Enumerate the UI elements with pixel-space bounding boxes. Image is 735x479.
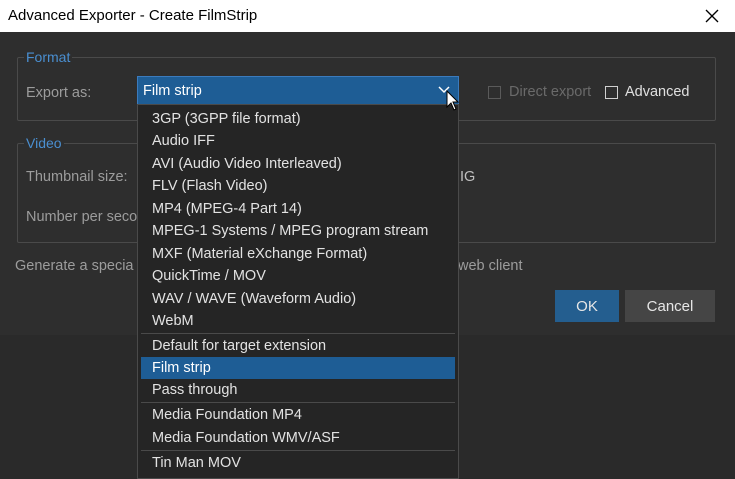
thumbnail-size-label: Thumbnail size:: [26, 169, 128, 185]
direct-export-checkbox[interactable]: [488, 86, 501, 99]
direct-export-label: Direct export: [509, 84, 592, 100]
dropdown-item-flv[interactable]: FLV (Flash Video): [141, 175, 455, 197]
dropdown-item-mf-mp4[interactable]: Media Foundation MP4: [141, 404, 455, 426]
dropdown-separator: [141, 333, 455, 334]
format-legend: Format: [24, 49, 73, 65]
title-bar: Advanced Exporter - Create FilmStrip: [0, 0, 735, 32]
dropdown-item-wav[interactable]: WAV / WAVE (Waveform Audio): [141, 288, 455, 310]
dropdown-item-3gp[interactable]: 3GP (3GPP file format): [141, 108, 455, 130]
generate-label: Generate a specia: [15, 258, 134, 274]
dropdown-item-tin-man[interactable]: Tin Man MOV: [141, 452, 455, 474]
dropdown-item-mxf[interactable]: MXF (Material eXchange Format): [141, 243, 455, 265]
thumbnail-size-value: IG: [460, 169, 476, 185]
export-as-value: Film strip: [143, 83, 202, 99]
advanced-label: Advanced: [625, 84, 690, 100]
window-title: Advanced Exporter - Create FilmStrip: [8, 7, 258, 24]
ok-button[interactable]: OK: [555, 290, 619, 322]
dropdown-separator: [141, 402, 455, 403]
dropdown-item-webm[interactable]: WebM: [141, 310, 455, 332]
dropdown-item-mp4[interactable]: MP4 (MPEG-4 Part 14): [141, 198, 455, 220]
dropdown-item-audio-iff[interactable]: Audio IFF: [141, 130, 455, 152]
dropdown-item-mf-wmv[interactable]: Media Foundation WMV/ASF: [141, 427, 455, 449]
dropdown-item-avi[interactable]: AVI (Audio Video Interleaved): [141, 153, 455, 175]
export-format-dropdown: 3GP (3GPP file format) Audio IFF AVI (Au…: [137, 104, 459, 479]
export-as-combobox[interactable]: Film strip: [137, 76, 459, 105]
export-as-label: Export as:: [26, 85, 92, 101]
number-per-second-label: Number per seco: [26, 209, 138, 225]
generate-label-suffix: web client: [458, 258, 523, 274]
dropdown-item-mpeg1[interactable]: MPEG-1 Systems / MPEG program stream: [141, 220, 455, 242]
close-button[interactable]: [689, 0, 735, 32]
dropdown-separator: [141, 450, 455, 451]
dropdown-item-film-strip[interactable]: Film strip: [141, 357, 455, 379]
dropdown-item-pass-through[interactable]: Pass through: [141, 379, 455, 401]
cancel-button[interactable]: Cancel: [625, 290, 715, 322]
dropdown-item-default[interactable]: Default for target extension: [141, 335, 455, 357]
video-legend: Video: [24, 135, 64, 151]
advanced-checkbox[interactable]: [605, 86, 618, 99]
mouse-cursor-icon: [446, 90, 460, 111]
close-icon: [705, 9, 719, 23]
dropdown-item-quicktime[interactable]: QuickTime / MOV: [141, 265, 455, 287]
